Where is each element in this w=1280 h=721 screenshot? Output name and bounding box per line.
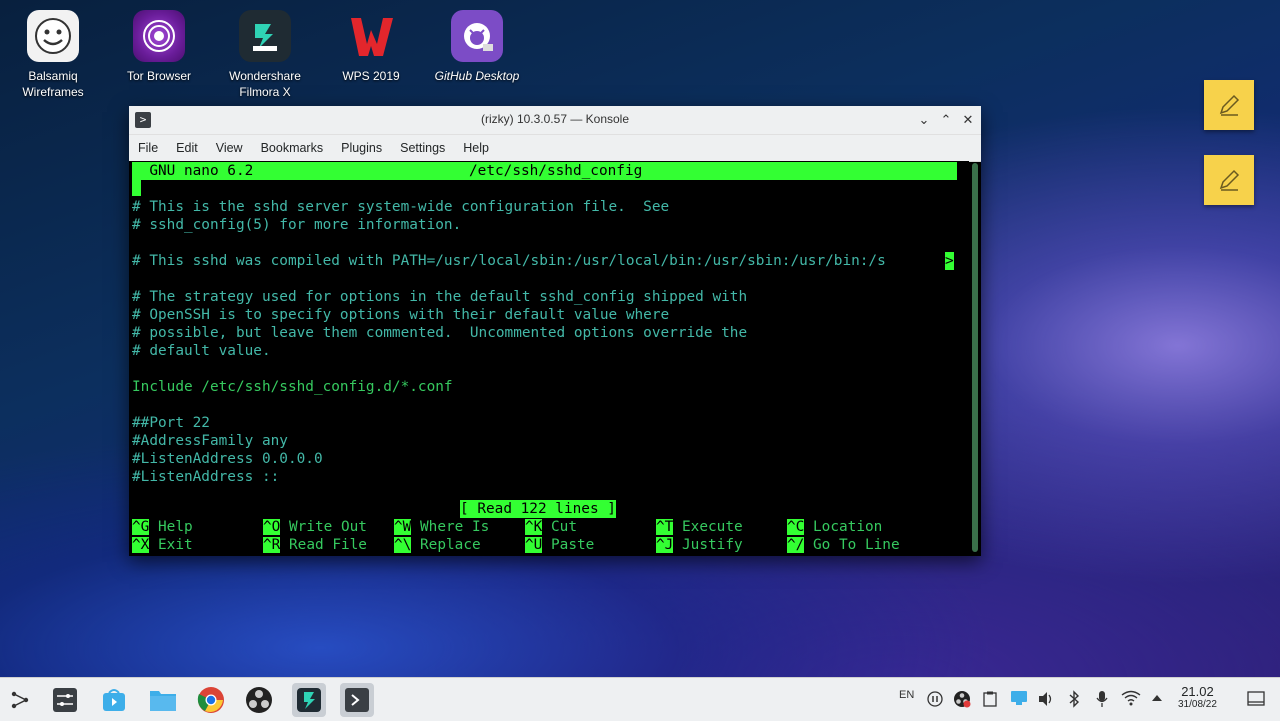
- pencil-icon: [1219, 94, 1240, 116]
- tor-icon: [133, 10, 185, 62]
- kdeconnect-icon[interactable]: [1010, 690, 1028, 706]
- taskbar-konsole[interactable]: [340, 683, 374, 717]
- shortcut-paste[interactable]: ^U Paste: [525, 536, 594, 554]
- desktop-icon-wps[interactable]: WPS 2019: [326, 10, 416, 84]
- taskbar-system-settings[interactable]: [48, 683, 82, 717]
- nano-titlebar: GNU nano 6.2/etc/ssh/sshd_config: [132, 162, 957, 180]
- menu-settings[interactable]: Settings: [400, 141, 445, 155]
- filmora-icon: [239, 10, 291, 62]
- taskbar-filmora[interactable]: [292, 683, 326, 717]
- volume-icon[interactable]: [1037, 690, 1055, 708]
- wps-icon: [345, 10, 397, 62]
- chrome-icon: [197, 687, 224, 713]
- taskbar-chrome[interactable]: [194, 683, 228, 717]
- show-desktop-icon[interactable]: [1247, 690, 1265, 708]
- nano-filename: /etc/ssh/sshd_config: [469, 163, 643, 179]
- clipboard-icon[interactable]: [983, 691, 997, 707]
- wifi-icon[interactable]: [1121, 690, 1141, 706]
- menu-edit[interactable]: Edit: [176, 141, 198, 155]
- file-line: # default value.: [132, 343, 271, 359]
- file-line: # This is the sshd server system-wide co…: [132, 199, 670, 215]
- terminal-scrollbar[interactable]: [972, 163, 978, 552]
- shortcut-execute[interactable]: ^T Execute: [656, 518, 743, 536]
- shortcut-cut[interactable]: ^K Cut: [525, 518, 577, 536]
- desktop-icon-balsamiq[interactable]: Balsamiq Wireframes: [8, 10, 98, 100]
- filmora-icon: [297, 688, 321, 712]
- clock[interactable]: 21.02 31/08/22: [1178, 684, 1217, 710]
- terminal-icon: [345, 688, 369, 712]
- tray-expand-arrow-icon[interactable]: [1151, 693, 1163, 703]
- taskbar: EN 21.02 31/08/22: [0, 677, 1280, 721]
- menu-bar: File Edit View Bookmarks Plugins Setting…: [129, 135, 981, 162]
- bluetooth-icon[interactable]: [1068, 690, 1080, 708]
- shortcut-exit[interactable]: ^X Exit: [132, 536, 193, 554]
- file-line: #ListenAddress ::: [132, 469, 280, 485]
- taskbar-obs[interactable]: [242, 683, 276, 717]
- menu-plugins[interactable]: Plugins: [341, 141, 382, 155]
- clock-time: 21.02: [1181, 684, 1214, 699]
- file-line: # sshd_config(5) for more information.: [132, 217, 462, 233]
- pencil-icon: [1219, 169, 1240, 191]
- maximize-button[interactable]: ⌃: [937, 111, 955, 129]
- shortcut-write-out[interactable]: ^O Write Out: [263, 518, 367, 536]
- sticky-note-widget[interactable]: [1204, 155, 1254, 205]
- desktop-icon-tor-browser[interactable]: Tor Browser: [114, 10, 204, 84]
- desktop-icon-filmora[interactable]: Wondershare Filmora X: [220, 10, 310, 100]
- line-overflow-marker: >: [945, 252, 954, 270]
- menu-help[interactable]: Help: [463, 141, 489, 155]
- shortcut-where-is[interactable]: ^W Where Is: [394, 518, 489, 536]
- text-cursor: [132, 180, 141, 196]
- window-titlebar[interactable]: > (rizky) 10.3.0.57 — Konsole ⌄ ⌃ ✕: [129, 106, 981, 135]
- file-line: # OpenSSH is to specify options with the…: [132, 307, 670, 323]
- terminal-area[interactable]: GNU nano 6.2/etc/ssh/sshd_config # This …: [129, 161, 969, 556]
- keyboard-layout[interactable]: EN: [899, 689, 914, 701]
- github-icon: [451, 10, 503, 62]
- clock-date: 31/08/22: [1178, 699, 1217, 710]
- obs-icon: [246, 687, 272, 713]
- desktop-icon-github-desktop[interactable]: GitHub Desktop: [432, 10, 522, 84]
- shortcut-location[interactable]: ^C Location: [787, 518, 882, 536]
- shortcut-go-to-line[interactable]: ^/ Go To Line: [787, 536, 900, 554]
- menu-bookmarks[interactable]: Bookmarks: [261, 141, 324, 155]
- pause-icon[interactable]: [927, 691, 943, 707]
- taskbar-file-manager[interactable]: [146, 683, 180, 717]
- settings-icon: [53, 688, 77, 712]
- obs-tray-icon[interactable]: [953, 690, 971, 708]
- menu-view[interactable]: View: [216, 141, 243, 155]
- application-launcher[interactable]: [3, 683, 37, 717]
- folder-icon: [150, 691, 176, 711]
- shortcut-justify[interactable]: ^J Justify: [656, 536, 743, 554]
- shortcut-read-file[interactable]: ^R Read File: [263, 536, 367, 554]
- file-line: # The strategy used for options in the d…: [132, 289, 748, 305]
- sticky-note-widget[interactable]: [1204, 80, 1254, 130]
- launcher-icon: [11, 691, 29, 709]
- shortcut-help[interactable]: ^G Help: [132, 518, 193, 536]
- file-line: # possible, but leave them commented. Un…: [132, 325, 748, 341]
- close-button[interactable]: ✕: [959, 111, 977, 129]
- minimize-button[interactable]: ⌄: [915, 111, 933, 129]
- status-message: [ Read 122 lines ]: [460, 500, 616, 518]
- file-line: #ListenAddress 0.0.0.0: [132, 451, 323, 467]
- file-line: # This sshd was compiled with PATH=/usr/…: [132, 253, 886, 269]
- window-title: (rizky) 10.3.0.57 — Konsole: [480, 112, 630, 126]
- menu-file[interactable]: File: [138, 141, 158, 155]
- microphone-icon[interactable]: [1095, 690, 1109, 708]
- file-line: ##Port 22: [132, 415, 210, 431]
- file-line: Include /etc/ssh/sshd_config.d/*.conf: [132, 379, 453, 395]
- balsamiq-icon: [27, 10, 79, 62]
- store-icon: [103, 689, 125, 711]
- shortcut-replace[interactable]: ^\ Replace: [394, 536, 481, 554]
- taskbar-discover[interactable]: [97, 683, 131, 717]
- file-line: #AddressFamily any: [132, 433, 288, 449]
- konsole-window[interactable]: > (rizky) 10.3.0.57 — Konsole ⌄ ⌃ ✕ File…: [129, 106, 981, 556]
- nano-version: GNU nano 6.2: [132, 163, 254, 179]
